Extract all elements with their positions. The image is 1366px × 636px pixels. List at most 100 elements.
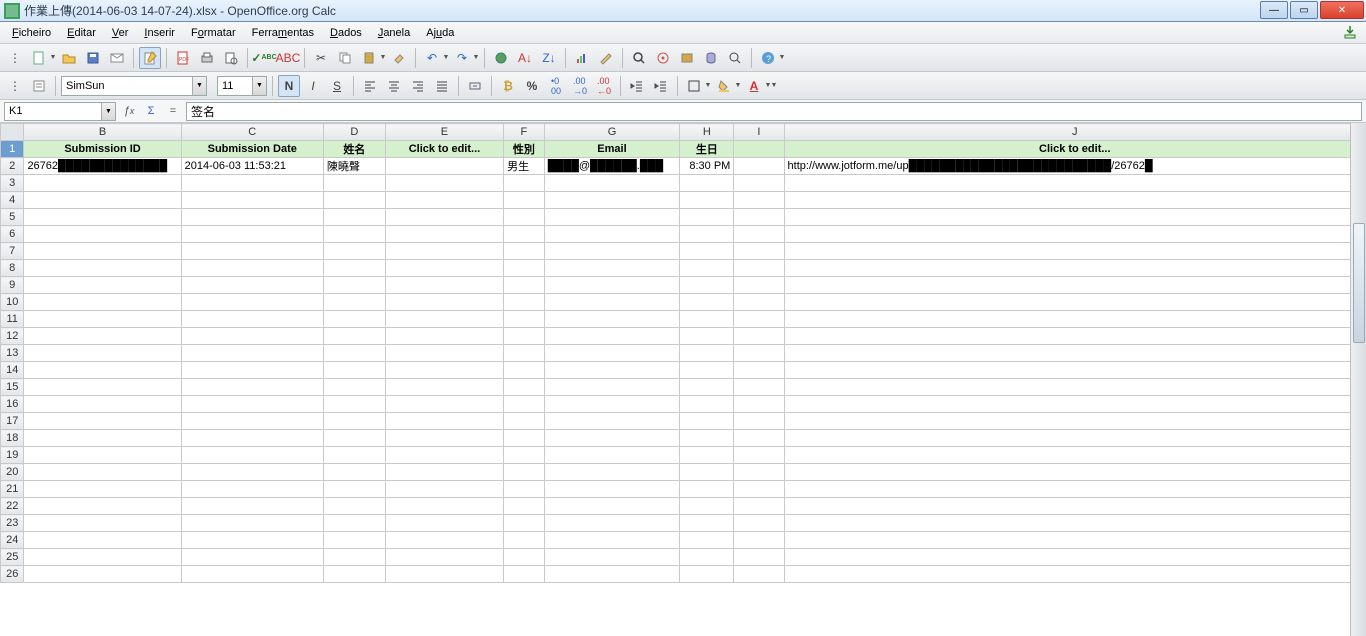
cell[interactable] <box>680 532 734 549</box>
cell[interactable] <box>680 226 734 243</box>
row-header[interactable]: 24 <box>1 532 24 549</box>
row-header[interactable]: 4 <box>1 192 24 209</box>
underline-button[interactable]: S <box>326 75 348 97</box>
cell[interactable] <box>544 430 680 447</box>
col-header-D[interactable]: D <box>323 124 385 141</box>
cell[interactable] <box>734 515 784 532</box>
cell[interactable] <box>181 532 323 549</box>
row-header[interactable]: 25 <box>1 549 24 566</box>
cell[interactable] <box>544 311 680 328</box>
cell[interactable] <box>784 277 1365 294</box>
cell[interactable] <box>544 532 680 549</box>
toolbar-overflow[interactable]: ▼ <box>771 82 777 89</box>
row-header[interactable]: 13 <box>1 345 24 362</box>
cell[interactable] <box>385 396 503 413</box>
remove-decimal-button[interactable]: .00←0 <box>593 75 615 97</box>
cell[interactable] <box>734 532 784 549</box>
cell[interactable] <box>504 328 545 345</box>
download-doc-icon[interactable] <box>1342 24 1358 40</box>
cell[interactable] <box>385 430 503 447</box>
row-header[interactable]: 8 <box>1 260 24 277</box>
cell[interactable]: 性別 <box>504 141 545 158</box>
align-right-button[interactable] <box>407 75 429 97</box>
help-button[interactable]: ? <box>757 47 779 69</box>
auto-spellcheck-button[interactable]: ABC <box>277 47 299 69</box>
find-button[interactable] <box>628 47 650 69</box>
cell[interactable] <box>24 328 181 345</box>
cell[interactable] <box>504 481 545 498</box>
cell[interactable] <box>24 175 181 192</box>
edit-file-button[interactable] <box>139 47 161 69</box>
cell[interactable] <box>24 209 181 226</box>
cell[interactable] <box>323 566 385 583</box>
row-header[interactable]: 10 <box>1 294 24 311</box>
cell[interactable] <box>784 294 1365 311</box>
cell[interactable] <box>181 430 323 447</box>
cell[interactable] <box>784 260 1365 277</box>
cell[interactable] <box>544 192 680 209</box>
cell[interactable] <box>680 294 734 311</box>
cell[interactable] <box>385 379 503 396</box>
cell[interactable] <box>504 515 545 532</box>
cell[interactable] <box>544 362 680 379</box>
cell[interactable] <box>504 566 545 583</box>
cell[interactable] <box>544 447 680 464</box>
cell[interactable] <box>24 481 181 498</box>
row-header[interactable]: 23 <box>1 515 24 532</box>
cell[interactable] <box>734 498 784 515</box>
sort-asc-button[interactable]: A↓ <box>514 47 536 69</box>
cell[interactable] <box>323 328 385 345</box>
percent-button[interactable]: % <box>521 75 543 97</box>
cell[interactable] <box>24 294 181 311</box>
navigator-button[interactable] <box>652 47 674 69</box>
cell[interactable] <box>323 226 385 243</box>
add-decimal-button[interactable]: .00→0 <box>569 75 591 97</box>
cell[interactable] <box>734 260 784 277</box>
merge-cells-button[interactable] <box>464 75 486 97</box>
cell[interactable] <box>323 532 385 549</box>
cell[interactable] <box>544 243 680 260</box>
save-button[interactable] <box>82 47 104 69</box>
menu-ver[interactable]: Ver <box>104 25 137 41</box>
cell[interactable] <box>544 277 680 294</box>
cell[interactable] <box>24 192 181 209</box>
cell[interactable] <box>734 549 784 566</box>
cell[interactable] <box>544 413 680 430</box>
cell[interactable] <box>24 498 181 515</box>
cell[interactable] <box>734 243 784 260</box>
cell[interactable] <box>680 413 734 430</box>
menu-janela[interactable]: Janela <box>370 25 418 41</box>
bold-button[interactable]: N <box>278 75 300 97</box>
redo-button[interactable]: ↷ <box>451 47 473 69</box>
cell[interactable] <box>734 141 784 158</box>
cell[interactable] <box>734 345 784 362</box>
cell[interactable] <box>323 413 385 430</box>
cell[interactable] <box>544 549 680 566</box>
cell[interactable] <box>181 209 323 226</box>
styles-button[interactable] <box>28 75 50 97</box>
row-header[interactable]: 12 <box>1 328 24 345</box>
font-size-input[interactable] <box>218 77 252 95</box>
cell[interactable] <box>504 243 545 260</box>
row-header[interactable]: 17 <box>1 413 24 430</box>
menu-editar[interactable]: Editar <box>59 25 104 41</box>
chart-button[interactable] <box>571 47 593 69</box>
cell[interactable] <box>504 277 545 294</box>
export-pdf-button[interactable]: PDF <box>172 47 194 69</box>
cell[interactable] <box>24 532 181 549</box>
cell[interactable] <box>784 464 1365 481</box>
cell[interactable] <box>181 464 323 481</box>
cell[interactable] <box>504 498 545 515</box>
cell[interactable] <box>504 447 545 464</box>
cell[interactable] <box>181 549 323 566</box>
cell[interactable] <box>24 413 181 430</box>
cell[interactable] <box>734 192 784 209</box>
cell[interactable] <box>544 328 680 345</box>
row-header[interactable]: 5 <box>1 209 24 226</box>
cell[interactable] <box>734 379 784 396</box>
decrease-indent-button[interactable] <box>626 75 648 97</box>
cell[interactable] <box>323 379 385 396</box>
equals-button[interactable]: = <box>164 102 182 120</box>
cell[interactable] <box>181 243 323 260</box>
menu-ferramentas[interactable]: Ferramentas <box>244 25 322 41</box>
